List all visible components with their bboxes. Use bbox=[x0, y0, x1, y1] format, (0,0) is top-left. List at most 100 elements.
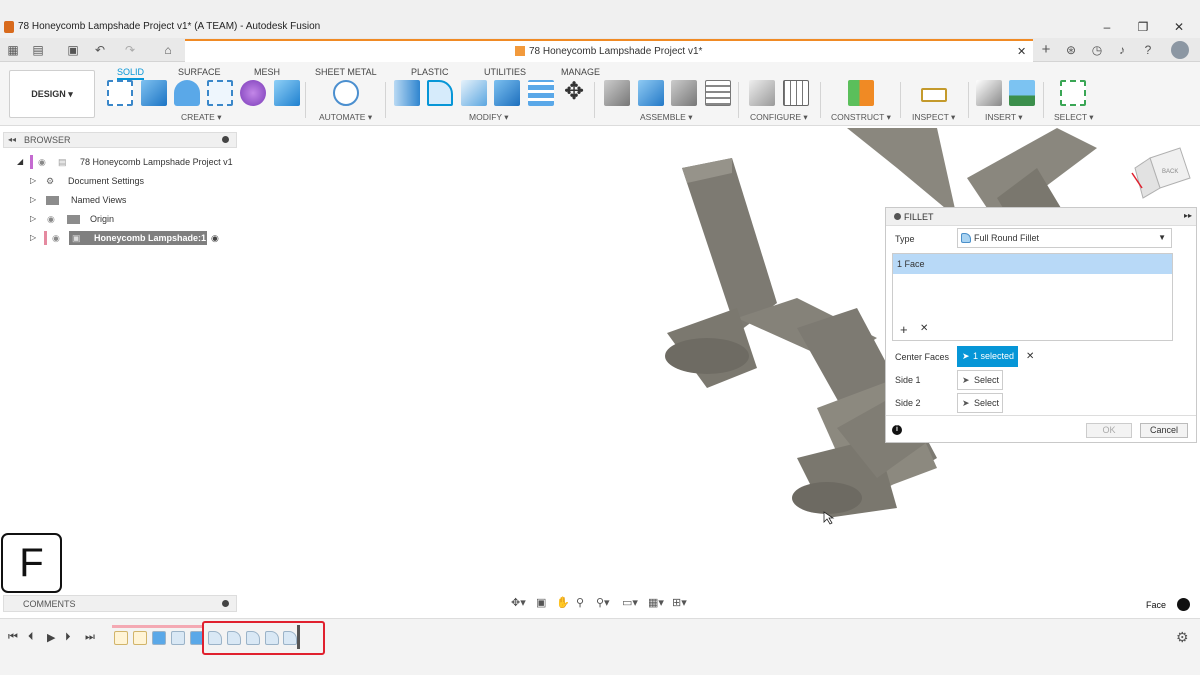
extensions-icon[interactable]: ⊛ bbox=[1063, 42, 1079, 58]
automate-icon[interactable] bbox=[333, 80, 359, 106]
comments-panel[interactable]: COMMENTS bbox=[3, 595, 237, 612]
selection-list-item[interactable]: 1 Face bbox=[893, 254, 1172, 274]
info-icon[interactable]: i bbox=[892, 425, 902, 435]
clear-selection-icon[interactable]: ✕ bbox=[1026, 351, 1034, 362]
configure-table-icon[interactable] bbox=[783, 80, 809, 106]
side2-selector[interactable]: ➤ Select bbox=[957, 393, 1003, 413]
document-tab[interactable]: 78 Honeycomb Lampshade Project v1* ✕ bbox=[185, 39, 1033, 62]
group-assemble[interactable]: ASSEMBLE ▾ bbox=[640, 112, 692, 123]
revolve-icon[interactable] bbox=[174, 80, 200, 106]
timeline-settings-icon[interactable]: ⚙ bbox=[1176, 629, 1189, 646]
step-forward-icon[interactable]: ⏵ bbox=[65, 631, 71, 644]
create-sketch-icon[interactable] bbox=[107, 80, 133, 106]
avatar[interactable] bbox=[1171, 41, 1189, 59]
notifications-icon[interactable]: ♪ bbox=[1114, 42, 1130, 58]
move-copy-icon[interactable]: ✥ bbox=[561, 80, 587, 106]
close-icon[interactable]: ✕ bbox=[1172, 20, 1186, 34]
eye-icon[interactable]: ◉ bbox=[52, 230, 60, 246]
look-at-icon[interactable]: ▣ bbox=[536, 596, 546, 609]
expand-panel-icon[interactable]: ▸▸ bbox=[1184, 211, 1192, 220]
new-component-icon[interactable] bbox=[604, 80, 630, 106]
tab-surface[interactable]: SURFACE bbox=[178, 67, 221, 77]
timeline-shell-feature[interactable] bbox=[171, 631, 185, 645]
center-faces-selector[interactable]: ➤ 1 selected bbox=[957, 346, 1018, 367]
display-settings-icon[interactable]: ▭▾ bbox=[622, 596, 638, 609]
browser-item-named-views[interactable]: ▷ Named Views bbox=[30, 192, 230, 208]
eye-icon[interactable]: ◉ bbox=[47, 211, 55, 227]
minimize-icon[interactable]: – bbox=[1100, 20, 1114, 34]
insert-image-icon[interactable] bbox=[1009, 80, 1035, 106]
expand-arrow-icon[interactable]: ▷ bbox=[30, 230, 36, 246]
expand-arrow-icon[interactable]: ▷ bbox=[30, 211, 36, 227]
file-icon[interactable]: ▤ bbox=[30, 42, 46, 58]
fillet-header[interactable]: FILLET ▸▸ bbox=[886, 208, 1196, 226]
zoom-icon[interactable]: ⚲ bbox=[576, 596, 584, 609]
tab-solid[interactable]: SOLID bbox=[117, 67, 145, 80]
save-icon[interactable]: ▣ bbox=[65, 42, 81, 58]
tab-manage[interactable]: MANAGE bbox=[561, 67, 600, 77]
remove-icon[interactable]: ✕ bbox=[920, 323, 928, 334]
add-icon[interactable]: + bbox=[900, 322, 908, 337]
expand-arrow-icon[interactable]: ▷ bbox=[30, 173, 36, 189]
extrude-icon[interactable] bbox=[141, 80, 167, 106]
group-inspect[interactable]: INSPECT ▾ bbox=[912, 112, 955, 123]
tab-mesh[interactable]: MESH bbox=[254, 67, 280, 77]
tab-sheet-metal[interactable]: SHEET METAL bbox=[315, 67, 377, 77]
browser-panel-header[interactable]: ◂◂ BROWSER bbox=[3, 132, 237, 148]
tab-plastic[interactable]: PLASTIC bbox=[411, 67, 449, 77]
viewports-icon[interactable]: ⊞▾ bbox=[672, 596, 687, 609]
browser-item-document-settings[interactable]: ▷ ⚙ Document Settings bbox=[30, 173, 230, 189]
home-icon[interactable]: ⌂ bbox=[160, 42, 176, 58]
group-construct[interactable]: CONSTRUCT ▾ bbox=[831, 112, 891, 123]
browser-item-component[interactable]: ▷ ◉ ▣ Honeycomb Lampshade:1 ◉ bbox=[30, 230, 230, 246]
go-to-start-icon[interactable]: ⏮ bbox=[8, 631, 18, 644]
insert-derive-icon[interactable] bbox=[976, 80, 1002, 106]
collapse-arrow-icon[interactable]: ◢ bbox=[17, 154, 23, 170]
app-grid-icon[interactable]: ▦ bbox=[5, 42, 21, 58]
new-tab-icon[interactable]: + bbox=[1038, 42, 1054, 58]
viewcube[interactable]: BACK bbox=[1131, 147, 1191, 199]
shell-icon[interactable] bbox=[494, 80, 520, 106]
chamfer-icon[interactable] bbox=[461, 80, 487, 106]
browser-root[interactable]: ◢ ◉ ▤ 78 Honeycomb Lampshade Project v1 bbox=[17, 154, 237, 170]
construct-plane-icon[interactable] bbox=[848, 80, 874, 106]
combine-icon[interactable] bbox=[528, 80, 554, 106]
group-select[interactable]: SELECT ▾ bbox=[1054, 112, 1094, 123]
zoom-window-icon[interactable]: ⚲▾ bbox=[596, 596, 610, 609]
joint-icon[interactable] bbox=[638, 80, 664, 106]
go-to-end-icon[interactable]: ⏭ bbox=[85, 631, 95, 644]
ok-button[interactable]: OK bbox=[1086, 423, 1132, 438]
undo-icon[interactable]: ↶ bbox=[92, 42, 108, 58]
box-icon[interactable] bbox=[274, 80, 300, 106]
redo-icon[interactable]: ↷ bbox=[122, 42, 138, 58]
timeline-extrude-feature[interactable] bbox=[152, 631, 166, 645]
close-tab-icon[interactable]: ✕ bbox=[1017, 45, 1026, 58]
workspace-switcher[interactable]: DESIGN ▾ bbox=[9, 70, 95, 118]
timeline-sketch-feature[interactable] bbox=[133, 631, 147, 645]
eye-icon[interactable]: ◉ bbox=[38, 154, 46, 170]
job-status-icon[interactable]: ◷ bbox=[1089, 42, 1105, 58]
expand-arrow-icon[interactable]: ▷ bbox=[30, 192, 36, 208]
side1-selector[interactable]: ➤ Select bbox=[957, 370, 1003, 390]
type-dropdown[interactable]: Full Round Fillet ▼ bbox=[957, 228, 1172, 248]
step-back-icon[interactable]: ⏴ bbox=[28, 631, 34, 644]
as-built-joint-icon[interactable] bbox=[671, 80, 697, 106]
measure-icon[interactable] bbox=[921, 88, 947, 102]
grid-settings-icon[interactable]: ▦▾ bbox=[648, 596, 664, 609]
help-icon[interactable]: ? bbox=[1140, 42, 1156, 58]
pin-icon[interactable] bbox=[222, 600, 229, 607]
maximize-icon[interactable]: ❐ bbox=[1136, 20, 1150, 34]
orbit-icon[interactable]: ✥▾ bbox=[511, 596, 526, 609]
group-automate[interactable]: AUTOMATE ▾ bbox=[319, 112, 372, 123]
form-icon[interactable] bbox=[240, 80, 266, 106]
sweep-icon[interactable] bbox=[207, 80, 233, 106]
bom-icon[interactable] bbox=[705, 80, 731, 106]
group-insert[interactable]: INSERT ▾ bbox=[985, 112, 1023, 123]
tab-utilities[interactable]: UTILITIES bbox=[484, 67, 526, 77]
group-configure[interactable]: CONFIGURE ▾ bbox=[750, 112, 808, 123]
cancel-button[interactable]: Cancel bbox=[1140, 423, 1188, 438]
group-create[interactable]: CREATE ▾ bbox=[181, 112, 222, 123]
fillet-icon[interactable] bbox=[427, 80, 453, 106]
timeline-sketch-feature[interactable] bbox=[114, 631, 128, 645]
pan-icon[interactable]: ✋ bbox=[556, 596, 570, 609]
